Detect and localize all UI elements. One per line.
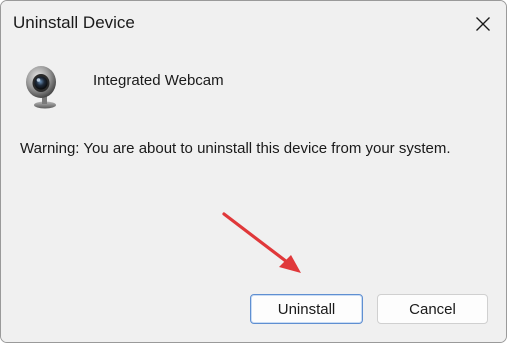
device-name: Integrated Webcam <box>93 72 224 89</box>
warning-text: Warning: You are about to uninstall this… <box>20 140 451 157</box>
red-arrow-icon <box>222 212 301 273</box>
cancel-button[interactable]: Cancel <box>377 294 488 324</box>
close-button[interactable] <box>460 1 506 46</box>
button-bar: Uninstall Cancel <box>1 284 506 342</box>
webcam-icon <box>26 66 56 109</box>
close-icon <box>476 16 490 31</box>
window-title: Uninstall Device <box>13 13 135 32</box>
title-bar: Uninstall Device <box>1 1 506 48</box>
uninstall-button[interactable]: Uninstall <box>250 294 363 324</box>
uninstall-device-dialog: Uninstall Device Integrated Webcam Warni… <box>0 0 507 343</box>
